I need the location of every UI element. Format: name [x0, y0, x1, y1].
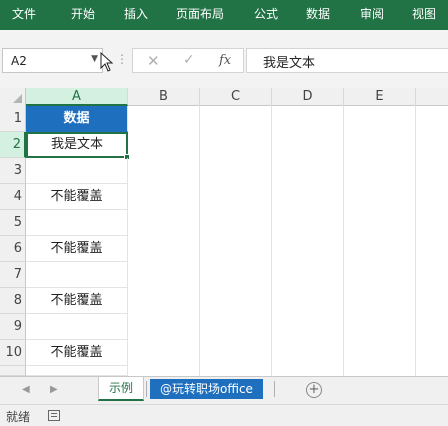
scroll-right-icon[interactable]: ▶	[50, 384, 58, 395]
tab-view[interactable]: 视图	[412, 0, 436, 30]
tab-divider	[146, 381, 147, 397]
row-header[interactable]: 3	[0, 158, 26, 184]
gridline	[343, 106, 344, 376]
tab-review[interactable]: 审阅	[360, 0, 384, 30]
cell-a5[interactable]	[26, 210, 128, 236]
sheet-tab-example[interactable]: 示例	[98, 377, 145, 401]
tab-home[interactable]: 开始	[71, 0, 95, 30]
row-header[interactable]: 6	[0, 236, 26, 262]
row-header[interactable]: 7	[0, 262, 26, 288]
cell-a3[interactable]	[26, 158, 128, 184]
insert-function-icon[interactable]: fx	[219, 53, 231, 68]
cell-a7[interactable]	[26, 262, 128, 288]
formula-buttons: ✕ ✓ fx	[132, 48, 244, 73]
chevron-down-icon[interactable]: ▼	[91, 54, 98, 64]
mouse-cursor-icon	[100, 52, 114, 72]
cell-a2[interactable]: 我是文本	[26, 132, 128, 158]
row-header[interactable]: 10	[0, 340, 26, 366]
column-header-f[interactable]	[416, 88, 448, 106]
sheet-tab-bar: ◀ ▶ 示例 @玩转职场office +	[0, 376, 448, 404]
tab-data[interactable]: 数据	[306, 0, 330, 30]
add-sheet-button[interactable]: +	[306, 382, 322, 398]
column-header-row: A B C D E	[0, 88, 448, 106]
name-box-value: A2	[11, 54, 27, 68]
sheet-tab-office[interactable]: @玩转职场office	[150, 379, 263, 399]
cell-a4[interactable]: 不能覆盖	[26, 184, 128, 210]
scroll-left-icon[interactable]: ◀	[22, 384, 30, 395]
column-header-b[interactable]: B	[128, 88, 200, 106]
tab-page-layout[interactable]: 页面布局	[176, 0, 224, 30]
row-header[interactable]: 9	[0, 314, 26, 340]
formula-input[interactable]: 我是文本	[246, 48, 448, 73]
column-header-a[interactable]: A	[26, 88, 128, 106]
tab-insert[interactable]: 插入	[124, 0, 148, 30]
tab-divider	[274, 381, 275, 397]
cell-a9[interactable]	[26, 314, 128, 340]
cancel-icon[interactable]: ✕	[147, 52, 160, 70]
macro-record-icon[interactable]	[48, 410, 60, 421]
tab-file[interactable]: 文件	[12, 0, 36, 30]
status-ready: 就绪	[6, 410, 31, 424]
ribbon-tab-bar: 文件 开始 插入 页面布局 公式 数据 审阅 视图	[0, 0, 448, 30]
column-header-c[interactable]: C	[200, 88, 272, 106]
gridline	[271, 106, 272, 376]
splitter-handle-icon[interactable]: ⋮	[116, 52, 128, 66]
cell-a6[interactable]: 不能覆盖	[26, 236, 128, 262]
formula-value: 我是文本	[263, 56, 316, 71]
cell-a8[interactable]: 不能覆盖	[26, 288, 128, 314]
gridline	[415, 106, 416, 376]
row-header[interactable]: 1	[0, 106, 26, 132]
spreadsheet-grid[interactable]: A B C D E 1 2 3 4 5 6 7 8 9 10 数据 我是文本 不…	[0, 88, 448, 376]
row-header[interactable]: 2	[0, 132, 26, 158]
status-bar: 就绪	[0, 404, 448, 426]
column-header-e[interactable]: E	[344, 88, 416, 106]
tab-formulas[interactable]: 公式	[254, 0, 278, 30]
row-header[interactable]: 8	[0, 288, 26, 314]
cell-a1[interactable]: 数据	[26, 106, 128, 132]
row-header[interactable]: 4	[0, 184, 26, 210]
cell-a11[interactable]	[26, 366, 128, 376]
cell-a10[interactable]: 不能覆盖	[26, 340, 128, 366]
gridline	[199, 106, 200, 376]
select-all-button[interactable]	[0, 88, 26, 106]
row-header[interactable]: 5	[0, 210, 26, 236]
row-header[interactable]	[0, 366, 26, 376]
enter-icon[interactable]: ✓	[183, 52, 195, 68]
name-box[interactable]: A2 ▼	[2, 48, 103, 73]
column-header-d[interactable]: D	[272, 88, 344, 106]
